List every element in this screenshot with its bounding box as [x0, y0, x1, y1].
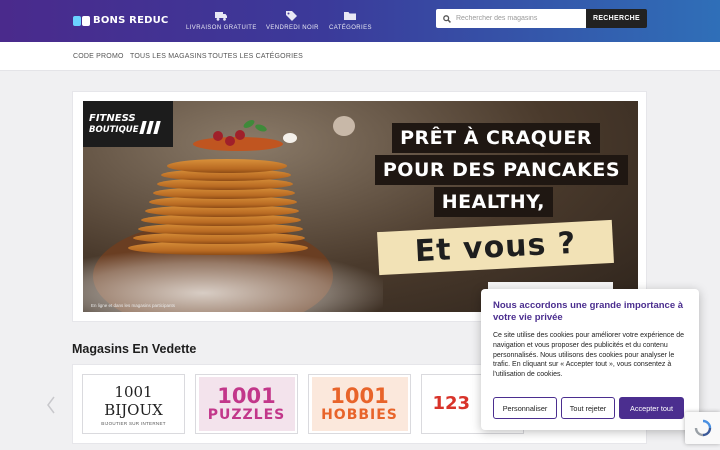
nav-free-shipping[interactable]: LIVRAISON GRATUITE [186, 11, 257, 31]
carousel-prev-icon[interactable] [46, 396, 56, 414]
tags-icon [286, 11, 298, 21]
store-logo-text: 1001 BIJOUX [104, 382, 163, 419]
secondary-nav: CODE PROMO TOUS LES MAGASINS TOUTES LES … [0, 42, 720, 71]
headline-line-3: HEALTHY, [433, 187, 553, 217]
raspberry [235, 130, 245, 140]
promo-banner[interactable]: FITNESS BOUTIQUE PRÊT À CRAQUER POUR DES… [83, 101, 638, 312]
top-header: BONS REDUC LIVRAISON GRATUITE VENDREDI N… [0, 0, 720, 42]
subnav-all-categories[interactable]: TOUTES LES CATÉGORIES [208, 53, 303, 60]
pancake [167, 159, 287, 173]
reject-all-button[interactable]: Tout rejeter [561, 397, 615, 419]
store-logo-subtext: BIJOUTIER SUR INTERNET [101, 420, 166, 426]
cookie-consent-dialog: Nous accordons une grande importance à v… [481, 289, 699, 430]
store-logo-text: 123 [432, 393, 471, 414]
store-logo-text: 1001 [330, 384, 389, 408]
nav-label: LIVRAISON GRATUITE [186, 25, 257, 31]
store-logo-subtext: HOBBIES [321, 407, 398, 423]
egg [333, 116, 355, 136]
store-card-1001-hobbies[interactable]: 1001 HOBBIES [308, 374, 411, 434]
mint-leaf [254, 123, 268, 133]
search-icon [443, 14, 451, 23]
mint-leaf [242, 118, 256, 130]
subnav-all-stores[interactable]: TOUS LES MAGASINS [130, 53, 207, 60]
headline-line-1: PRÊT À CRAQUER [392, 123, 600, 153]
cookie-body: Ce site utilise des cookies pour amélior… [493, 332, 685, 379]
subnav-promo-code[interactable]: CODE PROMO [73, 53, 124, 60]
raspberry [225, 136, 235, 146]
cream [283, 133, 297, 143]
nav-categories[interactable]: CATÉGORIES [329, 11, 372, 31]
banner-fineprint: En ligne et dans les magasins participan… [91, 303, 176, 308]
logo-text: BONS REDUC [93, 15, 169, 26]
logo-mark-icon [73, 15, 90, 26]
cookie-title: Nous accordons une grande importance à v… [493, 300, 684, 323]
store-card-1001-bijoux[interactable]: 1001 BIJOUX BIJOUTIER SUR INTERNET [82, 374, 185, 434]
site-logo[interactable]: BONS REDUC [73, 14, 168, 27]
nav-black-friday[interactable]: VENDREDI NOIR [266, 11, 319, 31]
brand-line-2: BOUTIQUE [89, 125, 139, 135]
nav-label: VENDREDI NOIR [266, 25, 319, 31]
search-input[interactable] [456, 15, 576, 22]
nav-label: CATÉGORIES [329, 25, 372, 31]
search-box [436, 9, 586, 28]
fitness-boutique-logo: FITNESS BOUTIQUE [83, 101, 173, 147]
featured-stores-title: Magasins En Vedette [72, 342, 197, 356]
search-button[interactable]: RECHERCHE [586, 9, 647, 28]
recaptcha-icon [694, 419, 711, 437]
headline-line-2: POUR DES PANCAKES [374, 155, 628, 185]
brand-line-1: FITNESS [89, 113, 136, 124]
hero-card: FITNESS BOUTIQUE PRÊT À CRAQUER POUR DES… [72, 91, 647, 322]
accept-all-button[interactable]: Accepter tout [619, 397, 684, 419]
store-logo-text: 1001 [217, 384, 276, 408]
folder-icon [344, 12, 357, 20]
raspberry [213, 131, 223, 141]
recaptcha-badge[interactable] [685, 412, 720, 444]
customize-button[interactable]: Personnaliser [493, 397, 557, 419]
store-card-1001-puzzles[interactable]: 1001 PUZZLES [195, 374, 298, 434]
tagline-label: Et vous ? [377, 219, 614, 276]
store-logo-subtext: PUZZLES [207, 407, 286, 423]
truck-icon [215, 12, 228, 21]
